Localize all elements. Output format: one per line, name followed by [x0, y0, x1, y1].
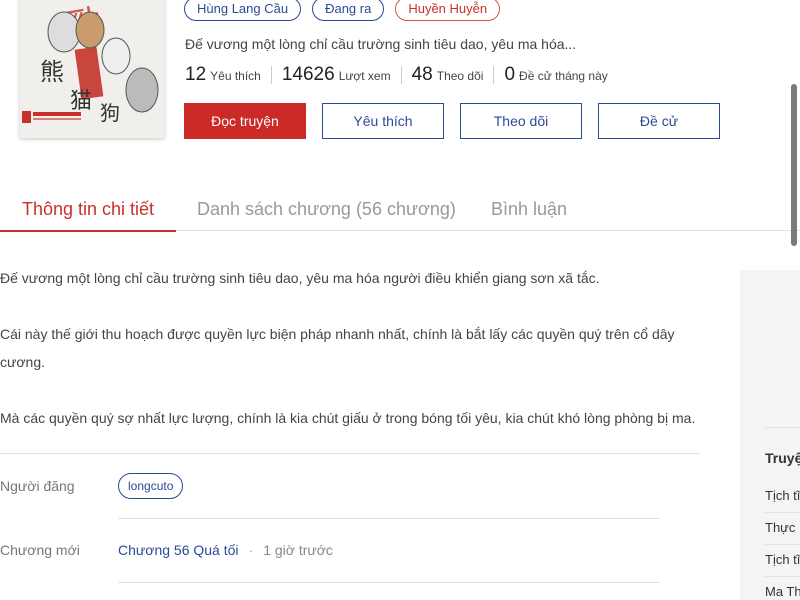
uploader-tag[interactable]: longcuto — [118, 473, 184, 499]
author-tag[interactable]: Hùng Lang Cầu — [184, 0, 302, 21]
book-description: Đế vương một lòng chỉ cầu trường sinh ti… — [0, 264, 710, 460]
genre-tag[interactable]: Huyền Huyễn — [395, 0, 501, 21]
tag-list: Hùng Lang Cầu Đang ra Huyền Huyễn — [184, 0, 501, 21]
stat-label: Yêu thích — [210, 69, 261, 83]
side-list-item[interactable]: Thực — [765, 520, 795, 535]
description-paragraph: Mà các quyền quý sợ nhất lực lượng, chín… — [0, 410, 696, 426]
stat-nominations: 0 Đề cử tháng này — [504, 64, 607, 86]
stat-label: Lượt xem — [338, 69, 391, 83]
book-summary: Đế vương một lòng chỉ cầu trường sinh ti… — [185, 36, 577, 52]
follow-button[interactable]: Theo dõi — [460, 103, 582, 139]
tab-chapters[interactable]: Danh sách chương (56 chương) — [197, 188, 456, 231]
svg-text:熊: 熊 — [40, 58, 64, 86]
description-paragraph: Cái này thế giới thu hoạch được quyền lự… — [0, 326, 675, 370]
side-panel: Truyệ Tịch tĩ Thực Tịch tĩ Ma Th — [740, 270, 800, 600]
tab-bar: Thông tin chi tiết Danh sách chương (56 … — [0, 188, 800, 232]
stat-value: 14626 — [281, 64, 335, 85]
side-list-item[interactable]: Tịch tĩ — [765, 488, 800, 503]
stat-label: Theo dõi — [436, 69, 484, 83]
tab-details[interactable]: Thông tin chi tiết — [0, 188, 176, 232]
latest-chapter-time: 1 giờ trước — [263, 542, 333, 558]
description-paragraph: Đế vương một lòng chỉ cầu trường sinh ti… — [0, 270, 600, 286]
stat-value: 12 — [185, 64, 207, 85]
latest-chapter-label: Chương mới — [0, 542, 80, 558]
divider — [118, 518, 660, 519]
side-panel-title: Truyệ — [765, 450, 800, 466]
svg-text:猫: 猫 — [70, 89, 92, 114]
side-list-item[interactable]: Tịch tĩ — [765, 552, 800, 567]
read-button[interactable]: Đọc truyện — [184, 103, 306, 139]
tab-comments[interactable]: Bình luận — [491, 188, 567, 231]
stat-favorites: 12 Yêu thích — [185, 64, 261, 86]
divider — [765, 576, 800, 577]
divider — [0, 453, 700, 454]
stat-label: Đề cử tháng này — [519, 69, 608, 83]
side-list-item[interactable]: Ma Th — [765, 584, 800, 599]
stat-divider — [400, 66, 402, 84]
nominate-button[interactable]: Đề cử — [598, 103, 720, 139]
divider — [765, 512, 800, 513]
divider — [765, 427, 800, 428]
uploader-label: Người đăng — [0, 478, 75, 494]
svg-text:狗: 狗 — [100, 101, 120, 125]
book-cover: 勁 熊 猫 狗 — [20, 0, 164, 138]
divider — [765, 544, 800, 545]
latest-chapter-row: Chương mới Chương 56 Quá tối · 1 giờ trư… — [0, 538, 333, 562]
stat-value: 0 — [504, 64, 516, 85]
divider — [118, 582, 660, 583]
stat-views: 14626 Lượt xem — [282, 64, 391, 86]
stat-divider — [270, 66, 272, 84]
stat-divider — [493, 66, 495, 84]
separator-dot: · — [248, 542, 254, 558]
latest-chapter-link[interactable]: Chương 56 Quá tối — [118, 542, 239, 558]
book-actions: Đọc truyện Yêu thích Theo dõi Đề cử — [184, 103, 720, 139]
book-stats: 12 Yêu thích 14626 Lượt xem 48 Theo dõi … — [185, 64, 608, 86]
uploader-row: Người đăng longcuto — [0, 472, 184, 500]
status-tag[interactable]: Đang ra — [312, 0, 385, 21]
stat-follows: 48 Theo dõi — [412, 64, 484, 86]
stat-value: 48 — [411, 64, 433, 85]
favorite-button[interactable]: Yêu thích — [322, 103, 444, 139]
scrollbar-thumb[interactable] — [791, 84, 797, 246]
